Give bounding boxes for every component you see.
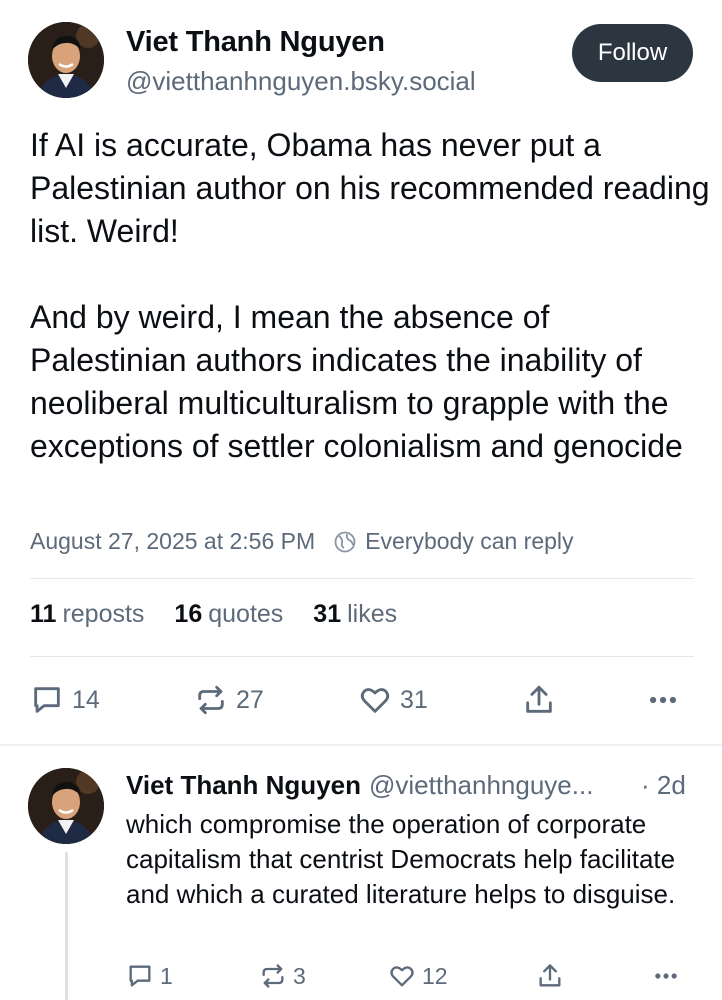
avatar[interactable] (28, 22, 104, 98)
like-icon (360, 688, 390, 713)
repost-button[interactable]: 27 (194, 683, 264, 717)
more-icon (655, 973, 677, 979)
divider (30, 656, 694, 657)
more-button[interactable] (646, 683, 688, 717)
reply-share-button[interactable] (536, 962, 570, 990)
repost-count: 27 (236, 685, 264, 714)
reply-author-name[interactable]: Viet Thanh Nguyen (126, 770, 361, 800)
reply-header: Viet Thanh Nguyen @vietthanhnguye... (126, 770, 696, 801)
likes-count: 31 (313, 600, 342, 628)
likes-label: likes (347, 600, 398, 628)
share-button[interactable] (522, 683, 564, 717)
post-stats: 11 reposts 16 quotes 31 likes (30, 600, 397, 629)
reply-actions: 1 3 12 (126, 960, 696, 1000)
reply-reply-button[interactable]: 1 (126, 962, 173, 990)
reply-like-button[interactable]: 12 (388, 962, 448, 990)
repost-icon (262, 964, 284, 988)
like-count: 31 (400, 685, 428, 714)
likes-stat[interactable]: 31 likes (313, 600, 397, 629)
thread-line (65, 852, 68, 1000)
follow-button[interactable]: Follow (572, 24, 693, 82)
quotes-stat[interactable]: 16 quotes (174, 600, 283, 629)
more-icon (649, 696, 677, 704)
reply-avatar[interactable] (28, 768, 104, 844)
reposts-label: reposts (62, 600, 145, 628)
reposts-count: 11 (30, 600, 57, 628)
share-icon (526, 685, 552, 713)
reply-count: 14 (72, 685, 100, 714)
post-text: If AI is accurate, Obama has never put a… (30, 127, 710, 464)
reply-reply-count: 1 (160, 962, 173, 989)
reply-time[interactable]: · 2d (641, 770, 686, 801)
post-meta: August 27, 2025 at 2:56 PM Everybody can… (30, 528, 574, 555)
reply-repost-count: 3 (293, 962, 306, 989)
post-actions: 14 27 31 (30, 675, 688, 725)
like-button[interactable]: 31 (358, 683, 428, 717)
reply-button[interactable]: 14 (30, 683, 100, 717)
reply-repost-button[interactable]: 3 (259, 962, 306, 990)
section-divider (0, 744, 722, 746)
reply-like-count: 12 (422, 962, 448, 989)
author-name[interactable]: Viet Thanh Nguyen (126, 26, 385, 59)
quotes-label: quotes (208, 600, 284, 628)
divider (30, 578, 694, 579)
reposts-stat[interactable]: 11 reposts (30, 600, 144, 629)
reply-setting[interactable]: Everybody can reply (365, 528, 573, 555)
reply-icon (129, 965, 151, 987)
author-handle[interactable]: @vietthanhnguyen.bsky.social (126, 66, 476, 97)
reply-author-handle[interactable]: @vietthanhnguye... (369, 770, 593, 800)
reply-icon (34, 687, 60, 713)
share-icon (539, 964, 561, 987)
globe-icon (333, 530, 357, 554)
repost-icon (198, 685, 224, 715)
like-icon (390, 966, 414, 987)
quotes-count: 16 (174, 600, 203, 628)
reply-text: which compromise the operation of corpor… (126, 809, 676, 909)
reply-more-button[interactable] (652, 962, 686, 990)
post-timestamp[interactable]: August 27, 2025 at 2:56 PM (30, 528, 315, 555)
